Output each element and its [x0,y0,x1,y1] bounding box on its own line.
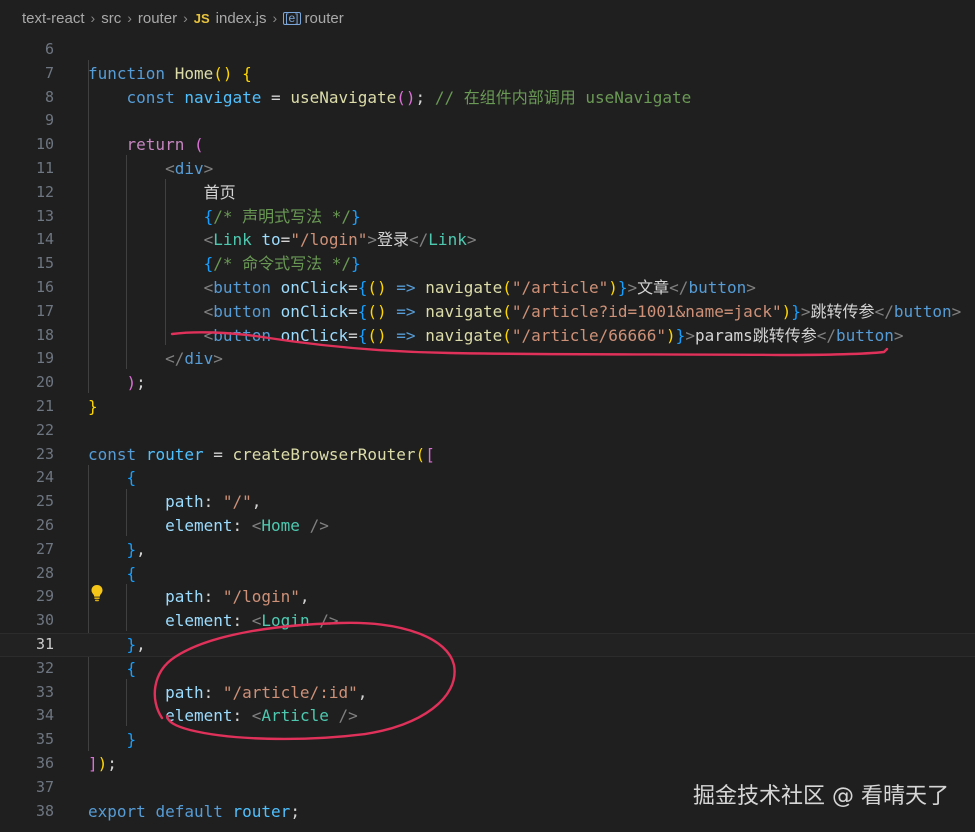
circle-annotation [153,621,456,741]
underline-annotation [170,331,889,357]
watermark: 掘金技术社区 @ 看晴天了 [693,784,949,809]
red-ink-annotations [153,331,889,741]
